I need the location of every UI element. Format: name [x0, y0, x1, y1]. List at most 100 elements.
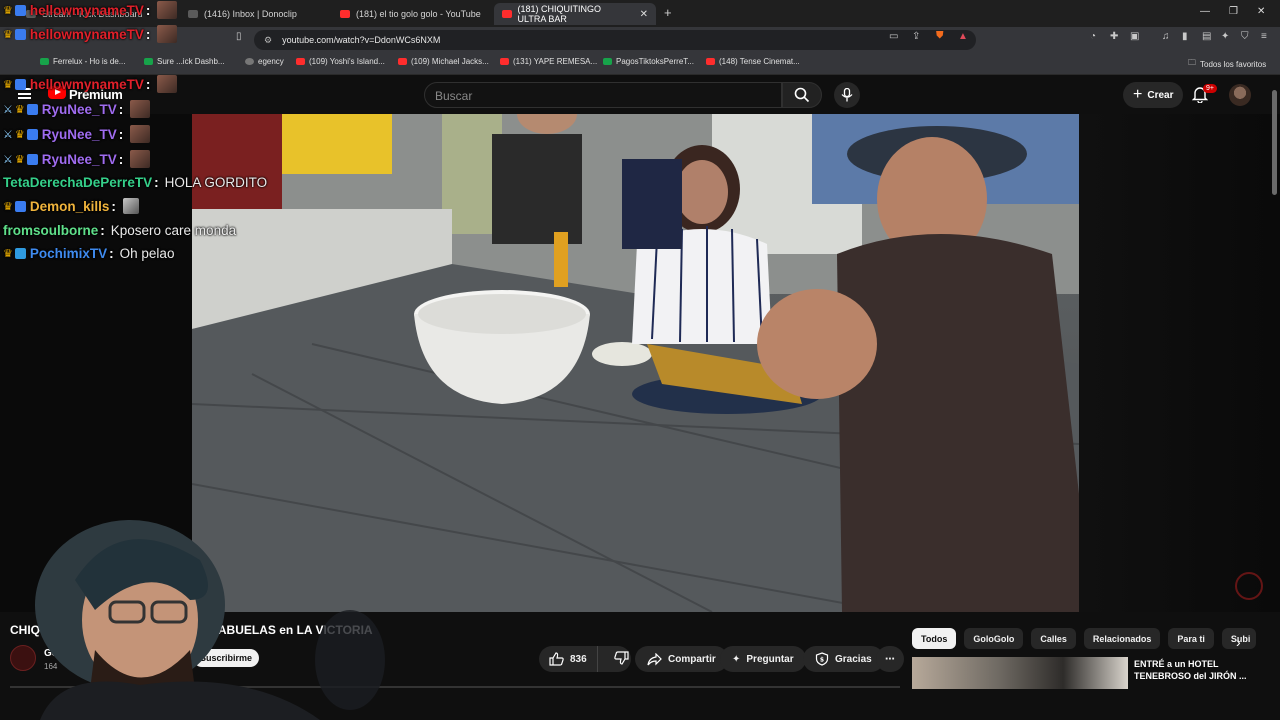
subscriber-badge-icon [14, 78, 26, 90]
vpn-icon[interactable]: ⛉ [1241, 31, 1249, 42]
tab-chiquitingo[interactable]: (181) CHIQUITINGO ULTRA BAR ✕ [494, 3, 656, 25]
youtube-favicon-icon [398, 58, 407, 65]
menu-icon[interactable]: ≡ [1261, 31, 1267, 42]
youtube-favicon-icon [502, 10, 512, 18]
chat-emote-icon [157, 75, 178, 93]
recommended-video-title[interactable]: ENTRÉ a un HOTEL TENEBROSO del JIRÓN ... [1134, 658, 1264, 682]
youtube-favicon-icon [706, 58, 715, 65]
moderator-sword-icon: ⚔ [3, 153, 13, 166]
address-bar[interactable]: ⚙ youtube.com/watch?v=DdonWCs6NXM [254, 30, 976, 50]
share-label: Compartir [668, 653, 716, 665]
plus-icon: + [1133, 86, 1143, 103]
channel-watermark-icon[interactable] [1235, 572, 1263, 600]
subscriber-badge-icon [14, 4, 26, 16]
like-button[interactable]: 836 [539, 646, 598, 672]
chat-message: ♛ hellowmynameTV: [3, 75, 178, 93]
subscriber-badge-icon [26, 103, 38, 115]
share-icon[interactable]: ⇪ [912, 31, 920, 42]
rewards-icon[interactable]: ▲ [958, 31, 968, 42]
crown-badge-icon: ♛ [14, 103, 25, 116]
chip-todos[interactable]: Todos [912, 628, 957, 649]
cast-icon[interactable]: ▭ [889, 31, 898, 42]
bookmark-item[interactable]: (131) YAPE REMESA... [500, 57, 597, 66]
crown-badge-icon: ♛ [3, 78, 13, 91]
search-icon [794, 87, 810, 103]
chip-label: Calles [1040, 633, 1067, 644]
search-input[interactable]: Buscar [424, 82, 782, 108]
chat-username: RyuNee_TV [41, 101, 117, 117]
crown-badge-icon: ♛ [3, 248, 13, 260]
chat-emote-icon [157, 1, 178, 19]
chip-label: Relacionados [1092, 633, 1152, 644]
chat-emote-icon [130, 100, 151, 118]
chip-calles[interactable]: Calles [1031, 628, 1076, 649]
bookmark-label: (109) Michael Jacks... [411, 57, 489, 66]
dislike-button[interactable] [604, 650, 629, 668]
microphone-icon [841, 88, 853, 102]
wallet-icon[interactable]: ▤ [1202, 31, 1211, 42]
media-icon[interactable]: ♫ [1162, 31, 1170, 42]
super-thanks-icon: $ [815, 652, 829, 666]
chip-gologolo[interactable]: GoloGolo [964, 628, 1024, 649]
chat-message: fromsoulborne: Kposero care monda [3, 223, 237, 238]
minimize-icon[interactable]: — [1200, 6, 1210, 17]
extension-icon[interactable]: ◔ [1090, 31, 1096, 42]
chat-username: PochimixTV [29, 246, 108, 261]
chip-para-ti[interactable]: Para ti [1168, 628, 1214, 649]
share-button[interactable]: Compartir [635, 646, 728, 672]
ask-button[interactable]: ✦ Preguntar [720, 646, 806, 672]
brave-shield-icon[interactable]: ⛊ [936, 30, 944, 41]
tab-label: (181) CHIQUITINGO ULTRA BAR [517, 4, 602, 24]
thanks-button[interactable]: $ Gracias [803, 646, 884, 672]
youtube-favicon-icon [500, 58, 509, 65]
moderator-sword-icon: ⚔ [3, 103, 13, 116]
chat-message: ♛ hellowmynameTV: [3, 25, 178, 43]
ask-label: Preguntar [746, 653, 794, 665]
chevron-right-icon[interactable]: › [1236, 634, 1241, 650]
chip-relacionados[interactable]: Relacionados [1083, 628, 1161, 649]
streamer-webcam-overlay [0, 520, 400, 720]
chat-emote-icon [157, 25, 178, 43]
like-dislike-group: 836 [539, 646, 631, 672]
more-actions-button[interactable]: ⋯ [876, 646, 904, 672]
close-tab-icon[interactable]: ✕ [640, 9, 648, 20]
account-avatar[interactable] [1229, 84, 1251, 106]
moderator-sword-icon: ⚔ [3, 128, 13, 141]
chat-text: Oh pelao [119, 246, 175, 261]
bookmark-label: (131) YAPE REMESA... [513, 57, 598, 66]
webcam-image [35, 520, 385, 720]
chat-username: RyuNee_TV [41, 126, 117, 142]
bookmark-item[interactable]: PagosTiktoksPerreT... [603, 57, 694, 66]
new-tab-button[interactable]: + [664, 5, 672, 20]
screenshot-icon[interactable]: ▣ [1130, 31, 1139, 42]
bookmark-item[interactable]: (148) Tense Cinemat... [706, 57, 800, 66]
sidebar-icon[interactable]: ▮ [1182, 31, 1188, 42]
crown-badge-icon: ♛ [3, 200, 13, 213]
chat-emote-icon [130, 125, 151, 143]
chat-message: ⚔ ♛ RyuNee_TV: [3, 150, 151, 168]
close-window-icon[interactable]: ✕ [1257, 6, 1265, 17]
chip-label: GoloGolo [973, 633, 1015, 644]
create-button[interactable]: + Crear [1123, 82, 1184, 108]
crown-badge-icon: ♛ [14, 128, 25, 141]
restore-icon[interactable]: ❐ [1229, 6, 1238, 17]
recommended-video-thumbnail[interactable] [912, 657, 1128, 689]
like-count: 836 [570, 653, 587, 665]
leo-icon[interactable]: ✦ [1221, 31, 1229, 42]
crown-badge-icon: ♛ [3, 4, 13, 17]
bookmark-item[interactable]: (109) Michael Jacks... [398, 57, 489, 66]
all-bookmarks-folder[interactable]: 🗀 Todos los favoritos [1188, 57, 1266, 71]
sparkle-icon: ✦ [732, 653, 741, 665]
crown-badge-icon: ♛ [3, 28, 13, 41]
voice-search-button[interactable] [834, 82, 860, 108]
page-scrollbar[interactable] [1272, 90, 1277, 195]
recommendation-chips: Todos GoloGolo Calles Relacionados Para … [912, 628, 1256, 649]
chat-username: fromsoulborne [3, 223, 99, 238]
puzzle-icon[interactable]: ✚ [1110, 31, 1118, 42]
chat-username: hellowmynameTV [29, 26, 144, 42]
player-letterbox-right [1079, 114, 1280, 612]
search-button[interactable] [782, 82, 822, 108]
chat-emote-icon [130, 150, 151, 168]
thumbs-down-icon [613, 650, 629, 665]
chat-message: ⚔ ♛ RyuNee_TV: [3, 100, 151, 118]
